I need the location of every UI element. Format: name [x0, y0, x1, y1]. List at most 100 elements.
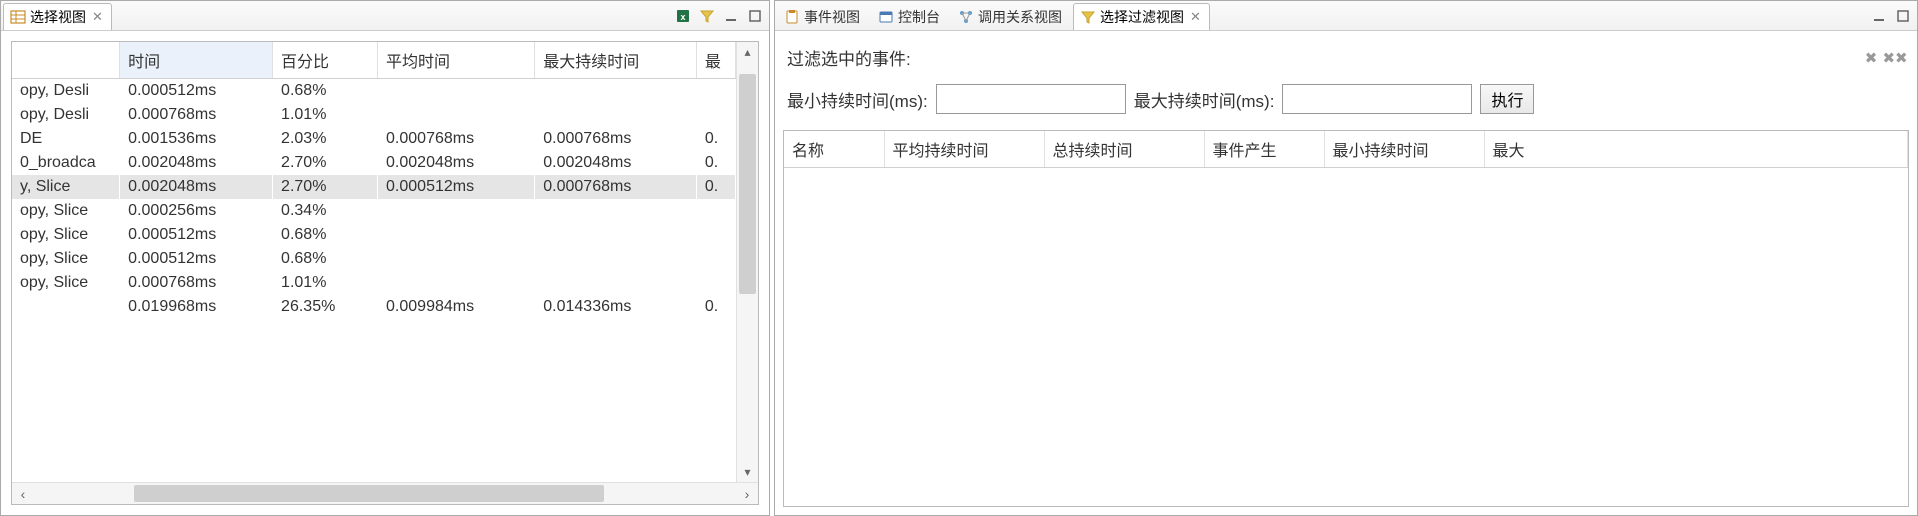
- cell-max: [535, 223, 697, 247]
- cell-name: opy, Slice: [12, 247, 120, 271]
- cell-max: 0.000768ms: [535, 127, 697, 151]
- tab-label: 控制台: [898, 7, 940, 27]
- horizontal-scrollbar[interactable]: ‹ ›: [12, 482, 758, 504]
- clear-filter-button[interactable]: ✖: [1861, 48, 1881, 68]
- cell-max: [535, 271, 697, 295]
- scroll-thumb[interactable]: [739, 74, 756, 294]
- table-row[interactable]: opy, Slice0.000512ms0.68%: [12, 247, 736, 271]
- cell-percent: 1.01%: [273, 271, 378, 295]
- col-avg[interactable]: 平均持续时间: [884, 131, 1044, 168]
- col-max[interactable]: 最大: [1484, 131, 1908, 168]
- cell-avg: 0.000768ms: [378, 127, 535, 151]
- minimize-view-button[interactable]: [721, 6, 741, 26]
- table-row[interactable]: opy, Desli0.000512ms0.68%: [12, 79, 736, 104]
- cell-time: 0.019968ms: [120, 295, 273, 319]
- cell-avg: [378, 247, 535, 271]
- scroll-right-arrow-icon[interactable]: ›: [736, 486, 758, 502]
- filter-panel-body: 过滤选中的事件: ✖ ✖✖ 最小持续时间(ms): 最大持续时间(ms): 执行…: [775, 31, 1917, 515]
- cell-min: [696, 79, 735, 104]
- cell-name: opy, Desli: [12, 103, 120, 127]
- clear-all-filter-button[interactable]: ✖✖: [1885, 48, 1905, 68]
- cell-max: 0.002048ms: [535, 151, 697, 175]
- graph-icon: [958, 9, 974, 25]
- cell-avg: [378, 271, 535, 295]
- scroll-up-arrow-icon[interactable]: ▴: [737, 42, 758, 62]
- cell-name: DE: [12, 127, 120, 151]
- filter-funnel-button[interactable]: [697, 6, 717, 26]
- col-events[interactable]: 事件产生: [1204, 131, 1324, 168]
- col-avg[interactable]: 平均时间: [378, 42, 535, 79]
- cell-percent: 0.68%: [273, 223, 378, 247]
- select-view-panel: 选择视图 ✕ x: [0, 0, 770, 516]
- console-icon: [878, 9, 894, 25]
- table-row[interactable]: 0.019968ms26.35%0.009984ms0.014336ms0.: [12, 295, 736, 319]
- table-row[interactable]: 0_broadca0.002048ms2.70%0.002048ms0.0020…: [12, 151, 736, 175]
- col-name[interactable]: 名称: [784, 131, 884, 168]
- tab-label: 选择过滤视图: [1100, 7, 1184, 27]
- cell-time: 0.000768ms: [120, 103, 273, 127]
- cell-time: 0.001536ms: [120, 127, 273, 151]
- cell-max: [535, 103, 697, 127]
- tab-filter-view[interactable]: 选择过滤视图 ✕: [1073, 3, 1210, 30]
- select-view-table[interactable]: 时间 百分比 平均时间 最大持续时间 最 opy, Desli0.000512m…: [12, 42, 736, 319]
- col-min[interactable]: 最: [696, 42, 735, 79]
- cell-percent: 0.68%: [273, 247, 378, 271]
- table-row[interactable]: opy, Slice0.000256ms0.34%: [12, 199, 736, 223]
- table-row[interactable]: DE0.001536ms2.03%0.000768ms0.000768ms0.: [12, 127, 736, 151]
- cell-percent: 2.70%: [273, 151, 378, 175]
- cell-percent: 0.68%: [273, 79, 378, 104]
- col-time[interactable]: 时间: [120, 42, 273, 79]
- table-row[interactable]: opy, Slice0.000768ms1.01%: [12, 271, 736, 295]
- cell-time: 0.000512ms: [120, 223, 273, 247]
- tab-label: 选择视图: [30, 7, 86, 27]
- tab-label: 调用关系视图: [978, 7, 1062, 27]
- col-max[interactable]: 最大持续时间: [535, 42, 697, 79]
- tab-label: 事件视图: [804, 7, 860, 27]
- table-row[interactable]: y, Slice0.002048ms2.70%0.000512ms0.00076…: [12, 175, 736, 199]
- minimize-view-button[interactable]: [1869, 6, 1889, 26]
- select-view-table-container: 时间 百分比 平均时间 最大持续时间 最 opy, Desli0.000512m…: [11, 41, 759, 505]
- tab-console[interactable]: 控制台: [871, 3, 949, 30]
- col-total[interactable]: 总持续时间: [1044, 131, 1204, 168]
- hscroll-thumb[interactable]: [134, 485, 604, 502]
- filter-view-panel: 事件视图 控制台 调用关系视图 选择过滤视图 ✕: [774, 0, 1918, 516]
- tab-select-view[interactable]: 选择视图 ✕: [3, 3, 112, 30]
- cell-percent: 2.70%: [273, 175, 378, 199]
- table-row[interactable]: opy, Desli0.000768ms1.01%: [12, 103, 736, 127]
- close-icon[interactable]: ✕: [92, 9, 103, 25]
- cell-time: 0.000256ms: [120, 199, 273, 223]
- cell-avg: [378, 223, 535, 247]
- execute-button[interactable]: 执行: [1480, 84, 1534, 114]
- cell-time: 0.002048ms: [120, 175, 273, 199]
- cell-min: [696, 271, 735, 295]
- cell-name: y, Slice: [12, 175, 120, 199]
- col-percent[interactable]: 百分比: [273, 42, 378, 79]
- cell-min: [696, 247, 735, 271]
- tab-event-view[interactable]: 事件视图: [777, 3, 869, 30]
- tab-call-relation[interactable]: 调用关系视图: [951, 3, 1071, 30]
- cell-max: [535, 247, 697, 271]
- cell-avg: [378, 199, 535, 223]
- right-tabbar: 事件视图 控制台 调用关系视图 选择过滤视图 ✕: [775, 1, 1917, 31]
- max-duration-input[interactable]: [1282, 84, 1472, 114]
- cell-name: opy, Slice: [12, 271, 120, 295]
- scroll-down-arrow-icon[interactable]: ▾: [737, 462, 758, 482]
- cell-min: 0.: [696, 175, 735, 199]
- table-header-row: 时间 百分比 平均时间 最大持续时间 最: [12, 42, 736, 79]
- maximize-view-button[interactable]: [745, 6, 765, 26]
- vertical-scrollbar[interactable]: ▴ ▾: [736, 42, 758, 482]
- cell-percent: 26.35%: [273, 295, 378, 319]
- min-duration-input[interactable]: [936, 84, 1126, 114]
- filter-result-table[interactable]: 名称 平均持续时间 总持续时间 事件产生 最小持续时间 最大: [784, 131, 1908, 168]
- col-name[interactable]: [12, 42, 120, 79]
- cell-min: [696, 223, 735, 247]
- export-excel-button[interactable]: x: [673, 6, 693, 26]
- scroll-left-arrow-icon[interactable]: ‹: [12, 486, 34, 502]
- table-row[interactable]: opy, Slice0.000512ms0.68%: [12, 223, 736, 247]
- maximize-view-button[interactable]: [1893, 6, 1913, 26]
- cell-percent: 2.03%: [273, 127, 378, 151]
- cell-name: 0_broadca: [12, 151, 120, 175]
- col-min[interactable]: 最小持续时间: [1324, 131, 1484, 168]
- close-icon[interactable]: ✕: [1190, 9, 1201, 25]
- cell-percent: 1.01%: [273, 103, 378, 127]
